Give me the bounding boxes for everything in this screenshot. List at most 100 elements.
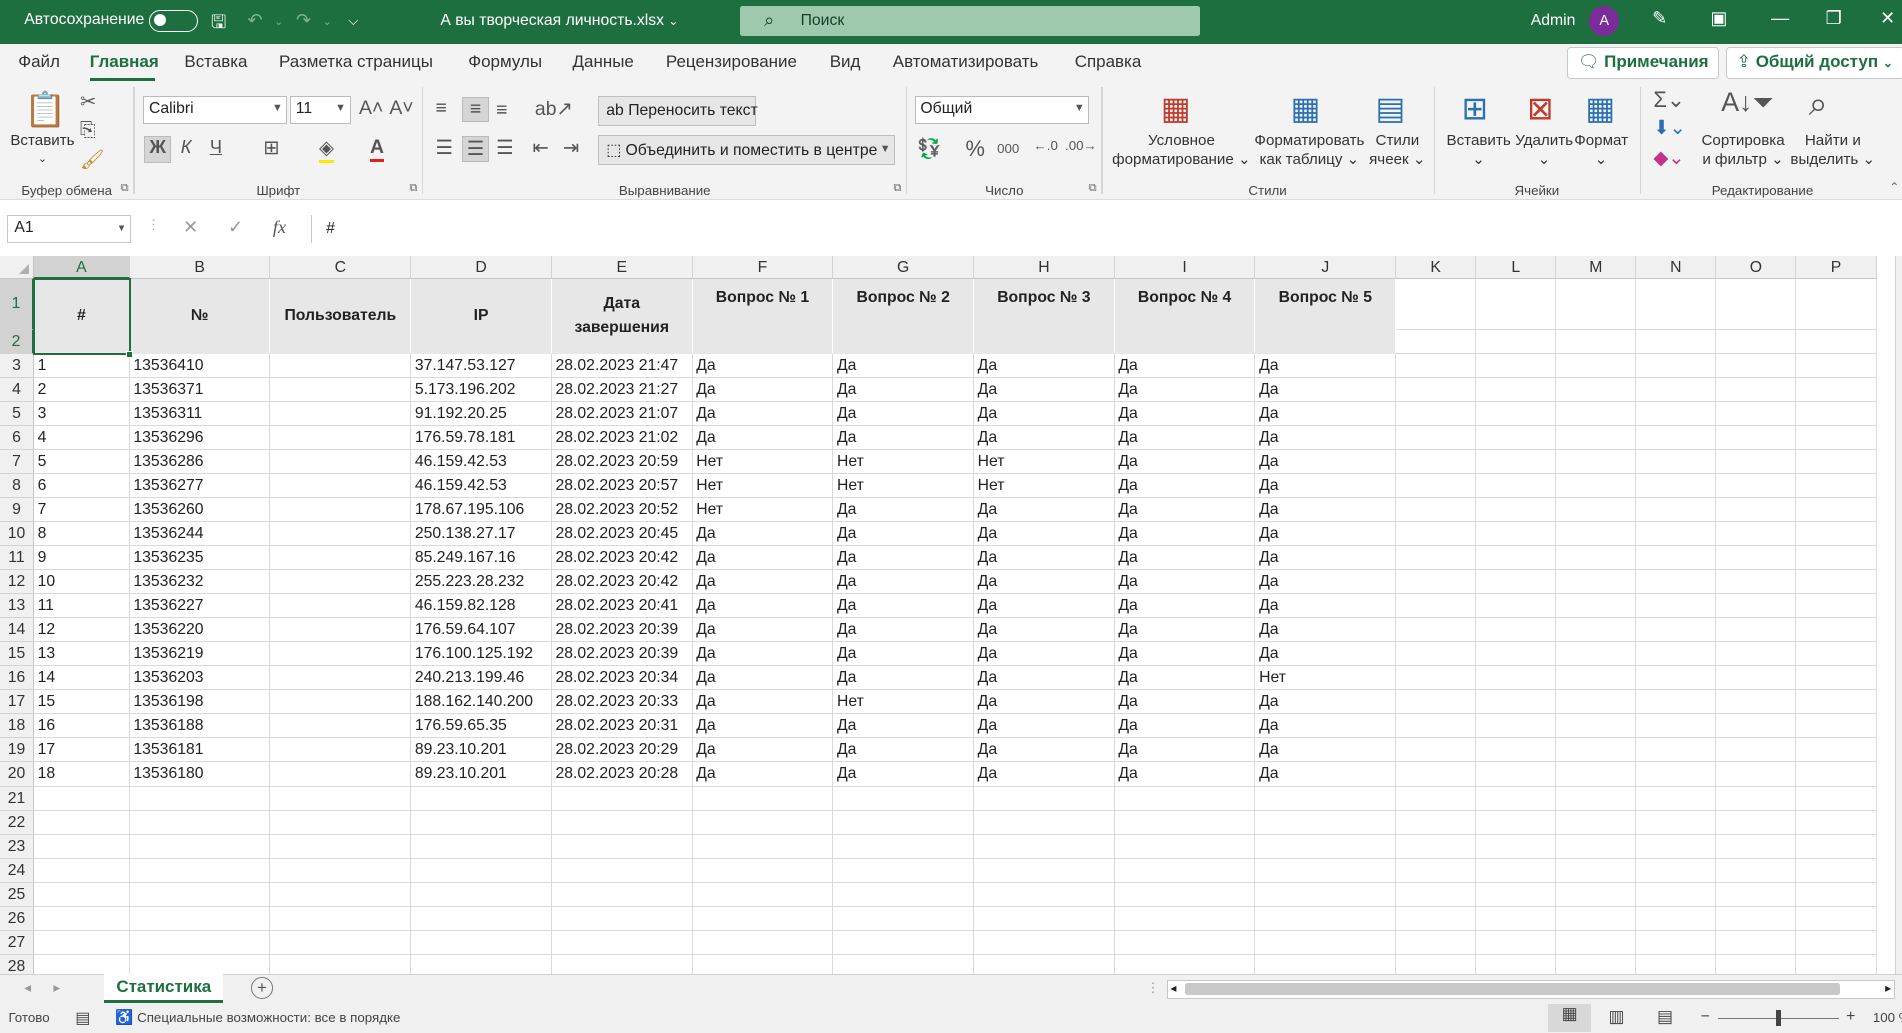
table-cell[interactable]: 13536311	[129, 402, 271, 427]
table-cell[interactable]	[270, 354, 412, 379]
empty-cell[interactable]	[1476, 546, 1557, 571]
table-cell[interactable]: 9	[33, 546, 130, 571]
sheet-tab-active[interactable]: Статистика	[104, 973, 224, 1003]
table-cell[interactable]	[270, 426, 412, 451]
empty-cell[interactable]	[1636, 666, 1717, 691]
table-cell[interactable]: Да	[1114, 690, 1256, 715]
table-cell[interactable]: Да	[692, 378, 834, 403]
wrap-text-button[interactable]: ab Переносить текст	[598, 95, 758, 127]
table-cell[interactable]: Да	[1114, 762, 1256, 787]
empty-cell[interactable]	[551, 834, 693, 859]
table-cell[interactable]: 28.02.2023 20:42	[551, 570, 693, 595]
empty-cell[interactable]	[33, 810, 130, 835]
table-cell[interactable]: Да	[833, 594, 975, 619]
empty-cell[interactable]	[1636, 906, 1717, 931]
empty-cell[interactable]	[1636, 450, 1717, 475]
empty-cell[interactable]	[833, 930, 975, 955]
empty-cell[interactable]	[692, 834, 834, 859]
empty-cell[interactable]	[1716, 329, 1797, 355]
table-cell[interactable]: 28.02.2023 21:47	[551, 354, 693, 379]
table-cell[interactable]: Да	[833, 714, 975, 739]
autosum-icon[interactable]: Σ⌄	[1653, 87, 1685, 113]
empty-cell[interactable]	[1636, 474, 1717, 499]
empty-cell[interactable]	[1114, 882, 1256, 907]
table-cell[interactable]: 12	[33, 618, 130, 643]
tab-insert[interactable]: Вставка	[184, 52, 247, 72]
empty-cell[interactable]	[270, 882, 412, 907]
empty-cell[interactable]	[1716, 906, 1797, 931]
empty-cell[interactable]	[1396, 450, 1477, 475]
empty-cell[interactable]	[1476, 690, 1557, 715]
empty-cell[interactable]	[1396, 786, 1477, 811]
empty-cell[interactable]	[1396, 329, 1477, 355]
sort-filter-icon[interactable]: A↓⏷	[1721, 87, 1773, 119]
tab-page-layout[interactable]: Разметка страницы	[279, 52, 433, 72]
table-cell[interactable]	[270, 642, 412, 667]
document-title[interactable]: А вы творческая личность.xlsx ⌄	[440, 12, 678, 30]
empty-cell[interactable]	[1636, 858, 1717, 883]
empty-cell[interactable]	[1476, 786, 1557, 811]
table-cell[interactable]: Да	[833, 618, 975, 643]
normal-view-icon[interactable]: ▦	[1547, 1004, 1592, 1033]
row-header[interactable]: 22	[0, 810, 34, 835]
empty-cell[interactable]	[1796, 498, 1877, 523]
table-cell[interactable]: Да	[692, 618, 834, 643]
minimize-icon[interactable]: —	[1771, 8, 1789, 29]
empty-cell[interactable]	[1796, 954, 1877, 975]
find-select-button[interactable]: Найти и выделить ⌄	[1787, 131, 1879, 170]
empty-cell[interactable]	[1556, 810, 1637, 835]
row-header[interactable]: 17	[0, 690, 34, 715]
table-cell[interactable]: 28.02.2023 20:29	[551, 738, 693, 763]
table-cell[interactable]: Да	[1255, 426, 1397, 451]
table-cell[interactable]: 28.02.2023 20:42	[551, 546, 693, 571]
tab-file[interactable]: Файл	[18, 52, 60, 72]
empty-cell[interactable]	[1556, 546, 1637, 571]
table-cell[interactable]: 28.02.2023 20:59	[551, 450, 693, 475]
empty-cell[interactable]	[1396, 666, 1477, 691]
table-cell[interactable]: Да	[1114, 594, 1256, 619]
empty-cell[interactable]	[34, 954, 130, 975]
table-cell[interactable]: Да	[1114, 474, 1256, 499]
empty-cell[interactable]	[1796, 378, 1877, 403]
empty-cell[interactable]	[1396, 474, 1477, 499]
empty-cell[interactable]	[1396, 858, 1477, 883]
table-cell[interactable]: Нет	[974, 474, 1115, 499]
avatar[interactable]: A	[1589, 6, 1620, 37]
table-cell[interactable]: Да	[692, 570, 834, 595]
conditional-formatting-icon[interactable]: ▦	[1161, 90, 1191, 127]
empty-cell[interactable]	[1255, 906, 1397, 931]
close-icon[interactable]: ✕	[1880, 8, 1895, 29]
empty-cell[interactable]	[1716, 402, 1797, 427]
table-cell[interactable]: 176.100.125.192	[411, 642, 552, 667]
header-cell[interactable]: Вопрос № 5	[1255, 278, 1397, 355]
row-header[interactable]: 5	[0, 402, 34, 427]
merge-center-button[interactable]: ⬚ Объединить и поместить в центре ▼	[598, 134, 896, 165]
dialog-launcher-icon[interactable]: ⧉	[121, 182, 129, 195]
empty-cell[interactable]	[1716, 546, 1797, 571]
table-cell[interactable]: Да	[833, 546, 975, 571]
format-cells-button[interactable]: Формат ⌄	[1571, 131, 1632, 170]
empty-cell[interactable]	[1255, 858, 1397, 883]
empty-cell[interactable]	[1636, 834, 1717, 859]
empty-cell[interactable]	[1556, 498, 1637, 523]
empty-cell[interactable]	[1716, 594, 1797, 619]
empty-cell[interactable]	[1476, 618, 1557, 643]
empty-cell[interactable]	[1636, 402, 1717, 427]
table-cell[interactable]: Да	[1114, 714, 1256, 739]
table-cell[interactable]: 255.223.28.232	[411, 570, 552, 595]
table-cell[interactable]: Да	[833, 402, 975, 427]
table-cell[interactable]: Да	[833, 426, 975, 451]
table-cell[interactable]: 13536296	[129, 426, 271, 451]
table-cell[interactable]: Да	[1255, 738, 1397, 763]
table-cell[interactable]	[270, 498, 412, 523]
column-header[interactable]: G	[833, 255, 975, 279]
row-header[interactable]: 8	[0, 474, 34, 499]
header-cell[interactable]: Пользователь	[270, 278, 412, 355]
zoom-out-icon[interactable]: −	[1701, 1008, 1710, 1026]
empty-cell[interactable]	[411, 954, 552, 975]
save-icon[interactable]: 🖫	[211, 10, 227, 40]
row-header[interactable]: 9	[0, 498, 34, 523]
empty-cell[interactable]	[1796, 690, 1877, 715]
table-cell[interactable]: Да	[1255, 546, 1397, 571]
table-cell[interactable]: Нет	[833, 474, 975, 499]
